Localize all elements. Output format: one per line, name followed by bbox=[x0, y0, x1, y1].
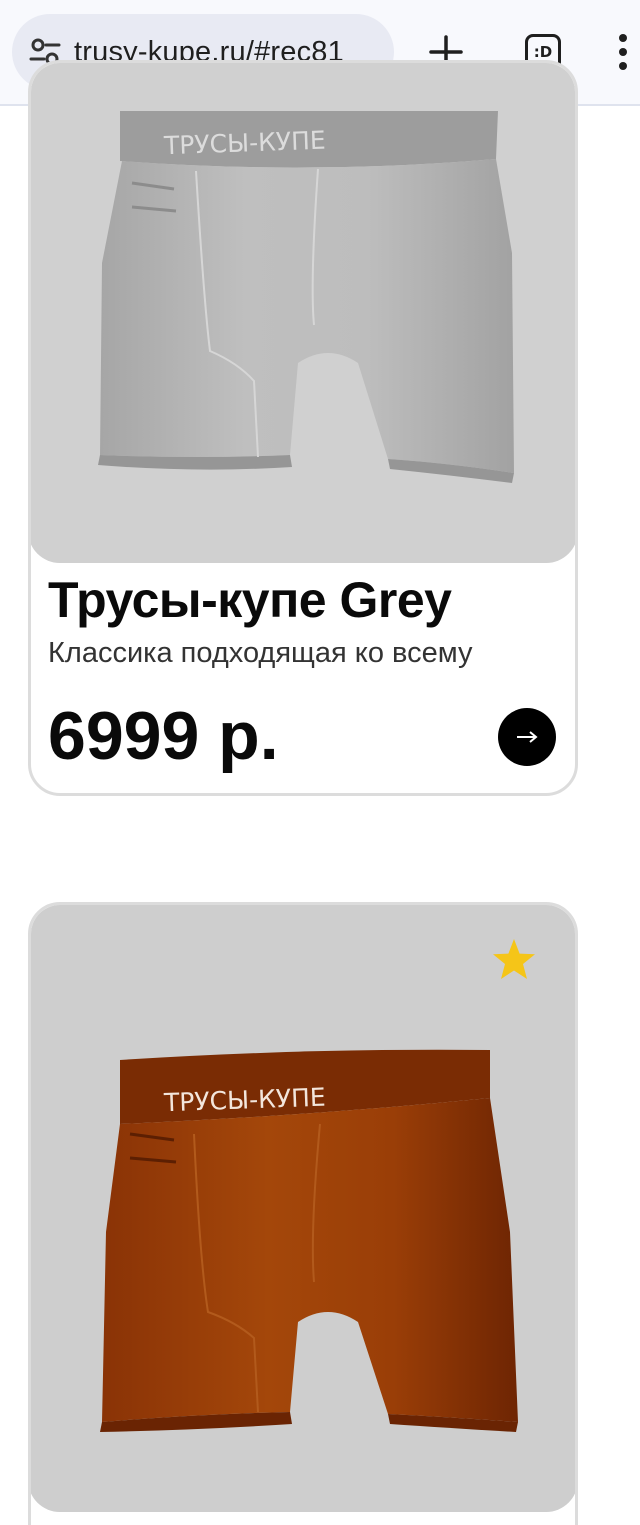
product-card[interactable]: ТРУСЫ-КУПЕ Трусы-купе Grey Классика подх… bbox=[28, 60, 578, 796]
open-product-button[interactable] bbox=[498, 708, 556, 766]
product-title[interactable]: Трусы-купе Grey bbox=[48, 568, 568, 632]
boxer-briefs-grey-image: ТРУСЫ-КУПЕ bbox=[98, 111, 514, 483]
product-image[interactable]: ТРУСЫ-КУПЕ bbox=[31, 905, 575, 1512]
price-row: 6999 р. bbox=[48, 691, 556, 781]
product-description: Классика подходящая ко всему bbox=[48, 637, 473, 669]
boxer-briefs-rust-image: ТРУСЫ-КУПЕ bbox=[100, 1049, 518, 1432]
arrow-right-icon bbox=[517, 731, 538, 743]
waistband-print: ТРУСЫ-КУПЕ bbox=[163, 1083, 327, 1118]
star-icon bbox=[493, 939, 535, 979]
product-price: 6999 р. bbox=[48, 698, 279, 774]
more-vert-icon bbox=[619, 34, 627, 70]
tab-switcher-label: :D bbox=[533, 43, 553, 61]
product-card[interactable]: ТРУСЫ-КУПЕ bbox=[28, 902, 578, 1525]
browser-menu-button[interactable] bbox=[606, 20, 640, 84]
product-info: Трусы-купе Grey Классика подходящая ко в… bbox=[48, 568, 568, 672]
product-image[interactable]: ТРУСЫ-КУПЕ bbox=[31, 63, 575, 563]
waistband-print: ТРУСЫ-КУПЕ bbox=[163, 126, 327, 161]
